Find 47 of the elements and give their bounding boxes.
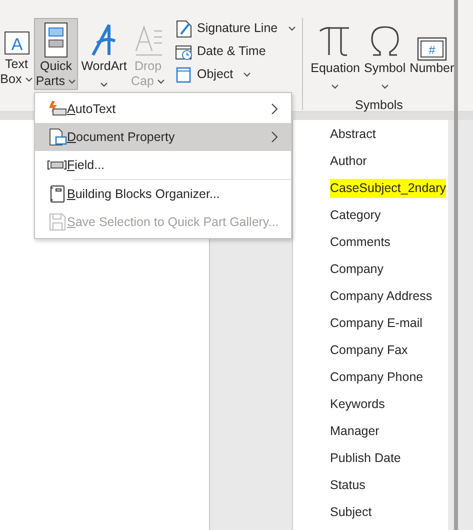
- ribbon-button[interactable]: Object: [175, 64, 296, 85]
- menu-item[interactable]: Subject: [330, 503, 372, 522]
- menu-item[interactable]: Status: [330, 476, 366, 495]
- document-property-icon: [47, 128, 67, 146]
- chevron-icon: [331, 84, 340, 90]
- chevron-right-icon: [271, 103, 279, 115]
- quick-parts-icon: [43, 21, 69, 59]
- menu-item[interactable]: Field...: [35, 151, 291, 179]
- menu-item[interactable]: AutoText: [35, 95, 291, 123]
- menu-item[interactable]: Company Fax: [330, 341, 408, 360]
- menu-item[interactable]: Building Blocks Organizer...: [35, 180, 291, 208]
- chevron-icon: [243, 72, 252, 78]
- menu-item[interactable]: Document Property: [35, 123, 291, 151]
- menu-item[interactable]: Company Address: [330, 287, 432, 306]
- ribbon-button[interactable]: Symbol: [362, 18, 408, 90]
- menu-item[interactable]: Comments: [330, 233, 390, 252]
- chevron-right-icon: [271, 131, 279, 143]
- menu-item[interactable]: Abstract: [330, 125, 376, 144]
- signature-icon: [175, 18, 193, 38]
- menu-item[interactable]: Manager: [330, 422, 380, 441]
- ribbon-button[interactable]: Signature Line: [175, 18, 296, 39]
- autotext-icon: [47, 100, 67, 118]
- ribbon-button[interactable]: Date & Time: [175, 41, 296, 62]
- menu-item[interactable]: Publish Date: [330, 449, 401, 468]
- chevron-icon: [380, 84, 389, 90]
- chevron-icon: [68, 78, 76, 84]
- menu-item[interactable]: Company E-mail: [330, 314, 422, 333]
- chevron-icon: [100, 82, 108, 88]
- ribbon-button[interactable]: A Text Box: [0, 18, 33, 90]
- menu-item[interactable]: Category: [330, 206, 381, 225]
- menu-item[interactable]: Company: [330, 260, 384, 279]
- number-icon: #: [416, 37, 447, 61]
- ribbon-button[interactable]: Quick Parts: [34, 18, 78, 90]
- menu-item[interactable]: CaseSubject_2ndary: [330, 179, 446, 198]
- menu-item[interactable]: Company Phone: [330, 368, 424, 387]
- calendar-clock-icon: [175, 42, 193, 60]
- menu-item[interactable]: Keywords: [330, 395, 385, 414]
- save-icon: [47, 213, 67, 231]
- chevron-icon: [288, 26, 296, 32]
- chevron-icon: [24, 76, 33, 82]
- ribbon-button[interactable]: WordArt: [79, 18, 129, 90]
- menu-item[interactable]: Author: [330, 152, 367, 171]
- ribbon-button[interactable]: Equation: [308, 18, 362, 90]
- ribbon-button[interactable]: # Number: [408, 18, 456, 90]
- object-icon: [175, 66, 193, 84]
- group-label: Symbols: [355, 97, 403, 114]
- chevron-icon: [157, 78, 166, 84]
